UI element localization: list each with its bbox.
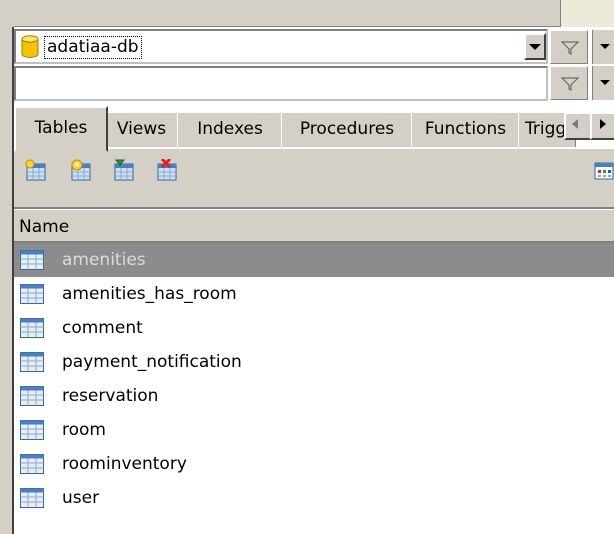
new-table-icon[interactable] — [24, 159, 48, 183]
table-row[interactable]: payment_notification — [14, 345, 614, 379]
table-name: room — [62, 420, 106, 440]
table-icon — [20, 284, 44, 304]
table-name: comment — [62, 318, 143, 338]
funnel-icon — [560, 41, 580, 55]
object-tabs: Tables Views Indexes Procedures Function… — [14, 106, 614, 152]
table-name: user — [62, 488, 100, 508]
tab-functions[interactable]: Functions — [411, 112, 520, 147]
tab-scroll-left-button[interactable] — [564, 112, 592, 140]
tab-scroll-right-button[interactable] — [590, 112, 614, 140]
table-icon — [20, 386, 44, 406]
table-row[interactable]: comment — [14, 311, 614, 345]
table-toolbar — [14, 149, 614, 207]
view-mode-icon[interactable] — [594, 160, 614, 182]
edit-table-icon[interactable] — [112, 159, 136, 183]
filter-button[interactable] — [550, 30, 588, 64]
table-icon — [20, 454, 44, 474]
table-row[interactable]: room — [14, 413, 614, 447]
table-icon — [20, 488, 44, 508]
arrow-left-icon — [572, 119, 578, 129]
table-list: Name amenities amenities_has_roomcomment p… — [14, 207, 614, 534]
database-name: adatiaa-db — [44, 36, 142, 59]
table-name: roominventory — [62, 454, 187, 474]
table-icon — [20, 352, 44, 372]
chevron-down-icon — [600, 80, 610, 85]
top-right-panel — [560, 0, 614, 27]
tab-tables[interactable]: Tables — [14, 106, 108, 152]
table-name: amenities_has_room — [62, 284, 237, 304]
delete-table-icon[interactable] — [155, 159, 179, 183]
table-row[interactable]: amenities_has_room — [14, 277, 614, 311]
database-dropdown-button[interactable] — [524, 33, 546, 60]
new-table-wizard-icon[interactable] — [69, 159, 93, 183]
tab-procedures[interactable]: Procedures — [281, 112, 413, 147]
table-icon — [20, 318, 44, 338]
table-icon — [20, 420, 44, 440]
funnel-icon — [560, 77, 580, 91]
database-cylinder-icon — [21, 35, 39, 58]
table-name: payment_notification — [62, 352, 242, 372]
table-row[interactable]: amenities — [14, 243, 614, 277]
filter-dropdown-button[interactable] — [592, 30, 614, 64]
database-selector[interactable]: adatiaa-db — [14, 29, 548, 64]
column-header-name[interactable]: Name — [14, 209, 614, 243]
table-name: reservation — [62, 386, 159, 406]
top-divider — [0, 26, 560, 27]
chevron-down-icon — [600, 44, 610, 49]
chevron-down-icon — [529, 44, 541, 50]
filter-input[interactable] — [14, 66, 548, 101]
table-row[interactable]: user — [14, 481, 614, 515]
tab-scroll-buttons — [564, 112, 614, 140]
tab-views[interactable]: Views — [104, 112, 179, 147]
filter-button-2[interactable] — [550, 66, 588, 100]
table-row[interactable]: reservation — [14, 379, 614, 413]
top-toolbar-strip — [0, 0, 614, 27]
table-icon — [20, 250, 44, 270]
tab-indexes[interactable]: Indexes — [177, 112, 283, 147]
filter-dropdown-button-2[interactable] — [592, 66, 614, 100]
table-row[interactable]: roominventory — [14, 447, 614, 481]
table-name: amenities — [62, 250, 146, 270]
arrow-right-icon — [600, 119, 606, 129]
